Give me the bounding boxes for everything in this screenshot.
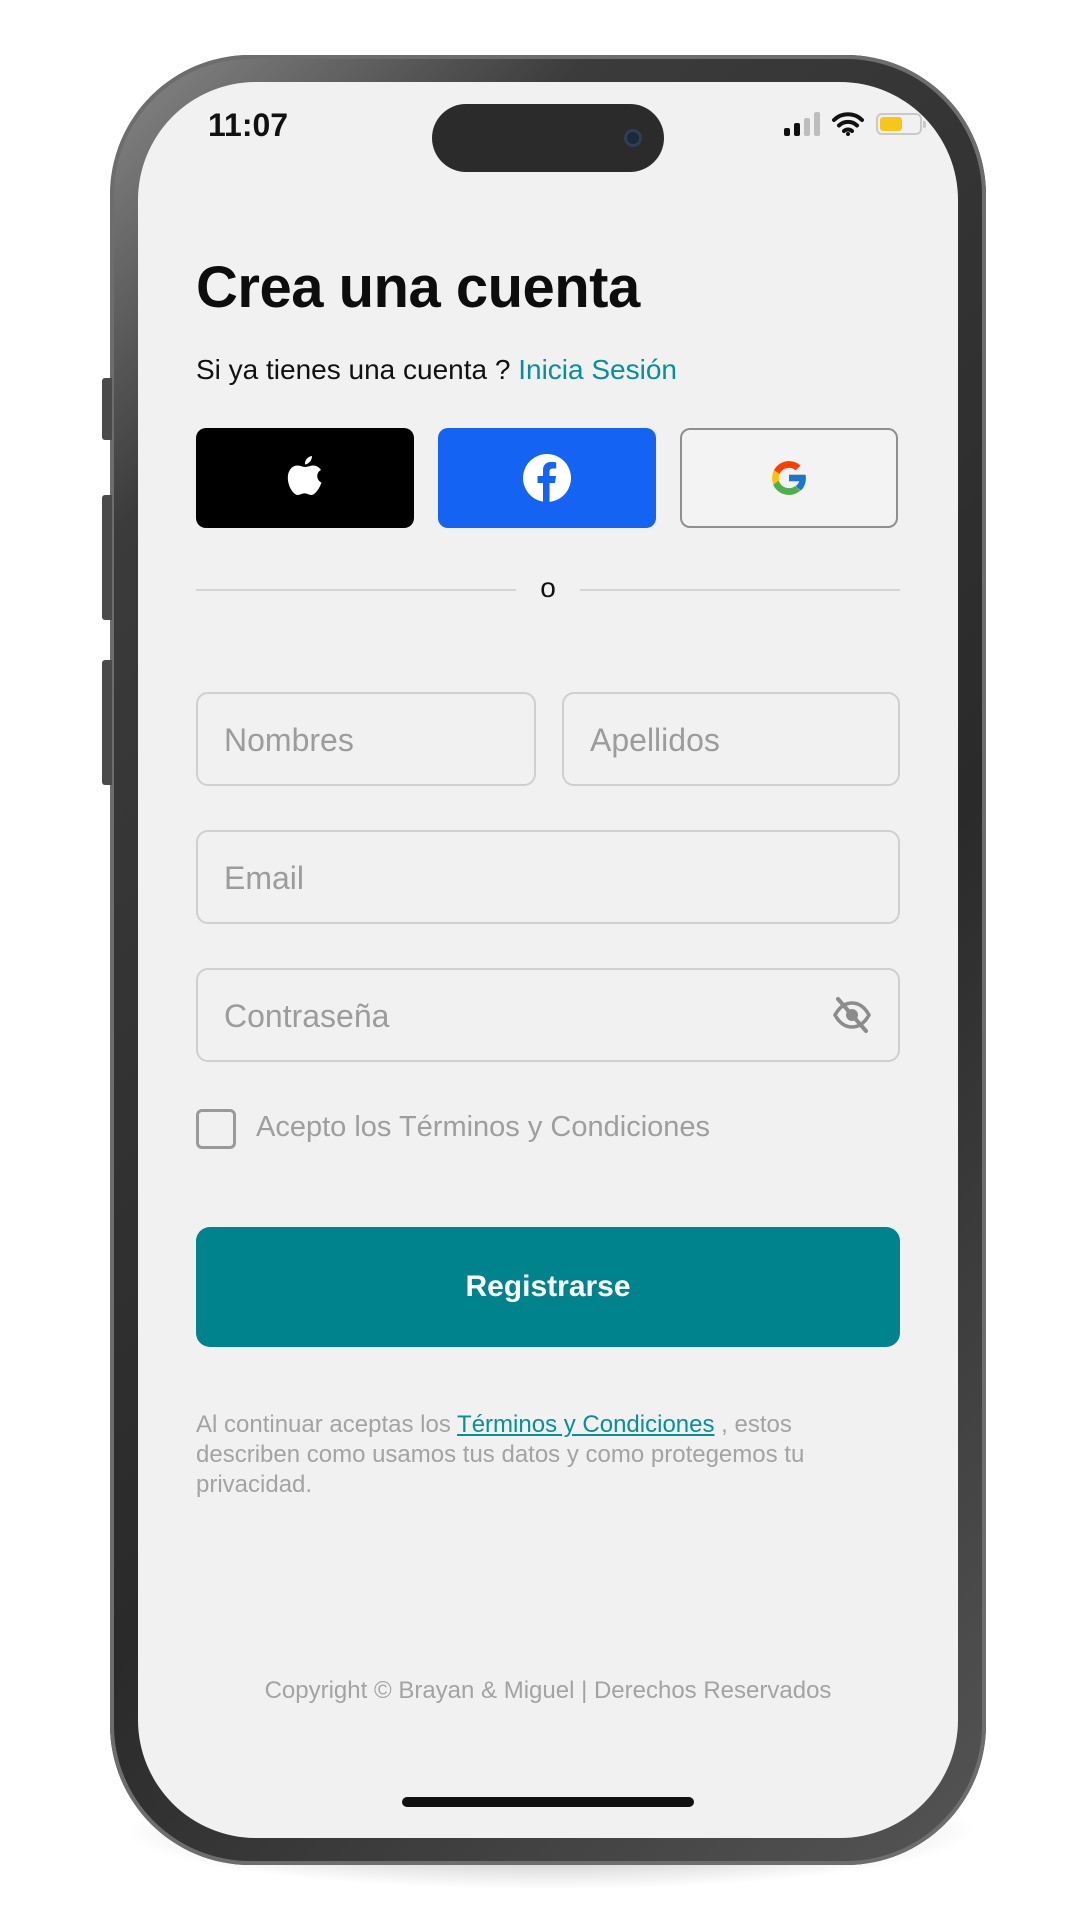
volume-down-button [102,660,112,785]
apple-signin-button[interactable] [196,428,414,528]
first-name-placeholder: Nombres [224,722,354,758]
facebook-logo-icon [523,454,571,502]
password-field[interactable]: Contraseña [196,968,900,1062]
front-camera-icon [624,129,642,147]
facebook-signin-button[interactable] [438,428,656,528]
divider-or: o [540,572,556,603]
home-indicator[interactable] [402,1797,694,1807]
cellular-signal-icon [784,112,820,136]
login-prompt: Si ya tienes una cuenta ? Inicia Sesión [196,354,677,386]
legal-notice: Al continuar aceptas los Términos y Cond… [196,1410,900,1500]
google-logo-icon [772,461,807,495]
dynamic-island [432,104,664,172]
copyright-text: Copyright © Brayan & Miguel | Derechos R… [264,1677,832,1704]
login-link[interactable]: Inicia Sesión [518,354,677,385]
google-signin-button[interactable] [680,428,898,528]
terms-checkbox-label: Acepto los Términos y Condiciones [256,1111,711,1143]
divider-left [196,589,516,591]
login-prompt-text: Si ya tienes una cuenta ? [196,354,519,385]
battery-icon [876,113,926,135]
legal-prefix: Al continuar aceptas los [196,1411,458,1438]
eye-off-icon[interactable] [832,996,872,1034]
wifi-icon [832,112,864,136]
last-name-placeholder: Apellidos [590,722,720,758]
divider-right [580,589,900,591]
password-placeholder: Contraseña [224,998,390,1034]
terms-link[interactable]: Términos y Condiciones [457,1411,714,1438]
action-button [102,378,112,440]
email-field[interactable]: Email [196,830,900,924]
page-title: Crea una cuenta [196,255,640,320]
volume-up-button [102,495,112,620]
status-time: 11:07 [208,107,289,143]
apple-logo-icon [287,456,322,495]
terms-checkbox[interactable] [196,1109,236,1149]
status-icons [784,112,926,136]
app-screen: 11:07 Crea una cuenta Si ya tienes una c… [138,82,958,1838]
register-button[interactable]: Registrarse [196,1227,900,1347]
email-placeholder: Email [224,860,305,896]
last-name-field[interactable]: Apellidos [562,692,900,786]
first-name-field[interactable]: Nombres [196,692,536,786]
